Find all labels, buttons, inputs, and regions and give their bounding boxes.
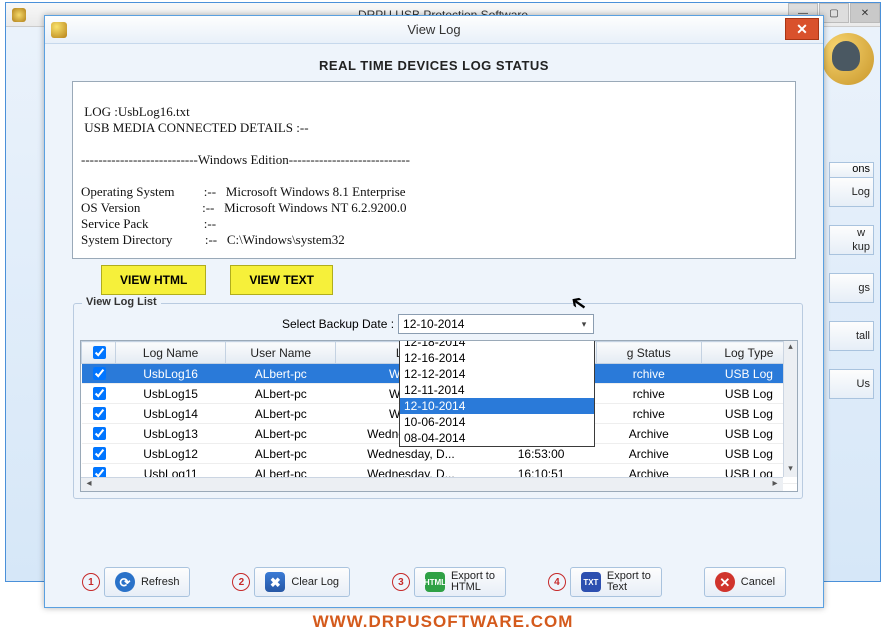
table-cell: ALbert-pc bbox=[226, 444, 336, 464]
dialog-title: View Log bbox=[407, 22, 460, 37]
scroll-up-icon[interactable]: ▴ bbox=[788, 341, 793, 355]
dialog-close-button[interactable]: ✕ bbox=[785, 18, 819, 40]
txt-file-icon: TXT bbox=[581, 572, 601, 592]
backup-date-combobox[interactable]: 12-10-2014 ▾ bbox=[398, 314, 594, 334]
export-text-button[interactable]: TXT Export to Text bbox=[570, 567, 662, 597]
column-header[interactable]: User Name bbox=[226, 342, 336, 364]
column-header[interactable]: Log Name bbox=[116, 342, 226, 364]
table-cell: UsbLog16 bbox=[116, 364, 226, 384]
table-cell: ALbert-pc bbox=[226, 424, 336, 444]
chevron-down-icon: ▾ bbox=[577, 317, 591, 331]
row-checkbox[interactable] bbox=[93, 367, 106, 380]
dialog-footer: 1 ⟳ Refresh 2 ✖ Clear Log 3 HTML Export … bbox=[45, 567, 823, 597]
side-button[interactable]: gs bbox=[829, 273, 874, 303]
cancel-label: Cancel bbox=[741, 577, 775, 588]
log-list-legend: View Log List bbox=[82, 296, 161, 308]
log-textarea[interactable]: LOG :UsbLog16.txt USB MEDIA CONNECTED DE… bbox=[72, 81, 796, 259]
horizontal-scrollbar[interactable]: ◂ ▸ bbox=[81, 477, 783, 491]
table-cell: rchive bbox=[596, 364, 701, 384]
row-checkbox[interactable] bbox=[93, 447, 106, 460]
scroll-left-icon[interactable]: ◂ bbox=[81, 478, 97, 491]
step-4-badge: 4 bbox=[548, 573, 566, 591]
scroll-down-icon[interactable]: ▾ bbox=[788, 463, 793, 477]
table-cell: Archive bbox=[596, 424, 701, 444]
table-cell bbox=[82, 404, 116, 424]
date-option[interactable]: 12-12-2014 bbox=[400, 366, 594, 382]
select-date-label: Select Backup Date : bbox=[282, 317, 394, 331]
date-option[interactable]: 12-18-2014 bbox=[400, 340, 594, 350]
step-2-badge: 2 bbox=[232, 573, 250, 591]
dialog-titlebar: View Log ✕ bbox=[45, 16, 823, 44]
refresh-icon: ⟳ bbox=[115, 572, 135, 592]
table-cell: ALbert-pc bbox=[226, 404, 336, 424]
clear-log-label: Clear Log bbox=[291, 577, 339, 588]
backup-date-dropdown[interactable]: 12-18-201412-16-201412-12-201412-11-2014… bbox=[399, 340, 595, 447]
vertical-scrollbar[interactable]: ▴ ▾ bbox=[783, 341, 797, 477]
table-cell bbox=[82, 444, 116, 464]
app-icon bbox=[12, 8, 26, 22]
table-cell bbox=[82, 424, 116, 444]
date-option[interactable]: 12-11-2014 bbox=[400, 382, 594, 398]
user-avatar-icon bbox=[822, 33, 874, 85]
cancel-icon: ✕ bbox=[715, 572, 735, 592]
date-option[interactable]: 08-04-2014 bbox=[400, 430, 594, 446]
cancel-button[interactable]: ✕ Cancel bbox=[704, 567, 786, 597]
side-button[interactable]: w kup bbox=[829, 225, 874, 255]
side-button[interactable]: Log bbox=[829, 177, 874, 207]
row-checkbox[interactable] bbox=[93, 427, 106, 440]
view-log-list-group: View Log List ➔ Select Backup Date : 12-… bbox=[73, 303, 803, 499]
table-cell: UsbLog14 bbox=[116, 404, 226, 424]
table-cell: UsbLog12 bbox=[116, 444, 226, 464]
step-3-badge: 3 bbox=[392, 573, 410, 591]
export-text-label: Export to Text bbox=[607, 571, 651, 593]
table-cell: UsbLog13 bbox=[116, 424, 226, 444]
row-checkbox[interactable] bbox=[93, 387, 106, 400]
side-button[interactable]: Us bbox=[829, 369, 874, 399]
step-1-badge: 1 bbox=[82, 573, 100, 591]
table-cell bbox=[82, 364, 116, 384]
column-header[interactable]: g Status bbox=[596, 342, 701, 364]
column-header[interactable] bbox=[82, 342, 116, 364]
view-log-dialog: View Log ✕ REAL TIME DEVICES LOG STATUS … bbox=[44, 15, 824, 608]
log-table[interactable]: Log NameUser NameLog......g StatusLog Ty… bbox=[80, 340, 798, 492]
select-all-checkbox[interactable] bbox=[93, 346, 106, 359]
date-option[interactable]: 12-16-2014 bbox=[400, 350, 594, 366]
shield-icon bbox=[51, 22, 67, 38]
selected-date-value: 12-10-2014 bbox=[403, 317, 464, 331]
table-cell: rchive bbox=[596, 404, 701, 424]
date-option[interactable]: 10-06-2014 bbox=[400, 414, 594, 430]
scroll-right-icon[interactable]: ▸ bbox=[767, 478, 783, 491]
export-html-button[interactable]: HTML Export to HTML bbox=[414, 567, 506, 597]
table-cell: UsbLog15 bbox=[116, 384, 226, 404]
table-cell: Archive bbox=[596, 444, 701, 464]
refresh-label: Refresh bbox=[141, 577, 180, 588]
view-text-button[interactable]: VIEW TEXT bbox=[230, 265, 333, 295]
table-cell: ALbert-pc bbox=[226, 364, 336, 384]
status-heading: REAL TIME DEVICES LOG STATUS bbox=[65, 58, 803, 73]
table-cell: ALbert-pc bbox=[226, 384, 336, 404]
view-html-button[interactable]: VIEW HTML bbox=[101, 265, 206, 295]
date-option[interactable]: 12-10-2014 bbox=[400, 398, 594, 414]
table-cell: rchive bbox=[596, 384, 701, 404]
row-checkbox[interactable] bbox=[93, 407, 106, 420]
clear-log-button[interactable]: ✖ Clear Log bbox=[254, 567, 350, 597]
side-button[interactable]: tall bbox=[829, 321, 874, 351]
refresh-button[interactable]: ⟳ Refresh bbox=[104, 567, 191, 597]
html-file-icon: HTML bbox=[425, 572, 445, 592]
table-cell bbox=[82, 384, 116, 404]
website-footer: WWW.DRPUSOFTWARE.COM bbox=[0, 612, 886, 632]
close-button[interactable]: ✕ bbox=[850, 3, 880, 23]
clipboard-delete-icon: ✖ bbox=[265, 572, 285, 592]
export-html-label: Export to HTML bbox=[451, 571, 495, 593]
